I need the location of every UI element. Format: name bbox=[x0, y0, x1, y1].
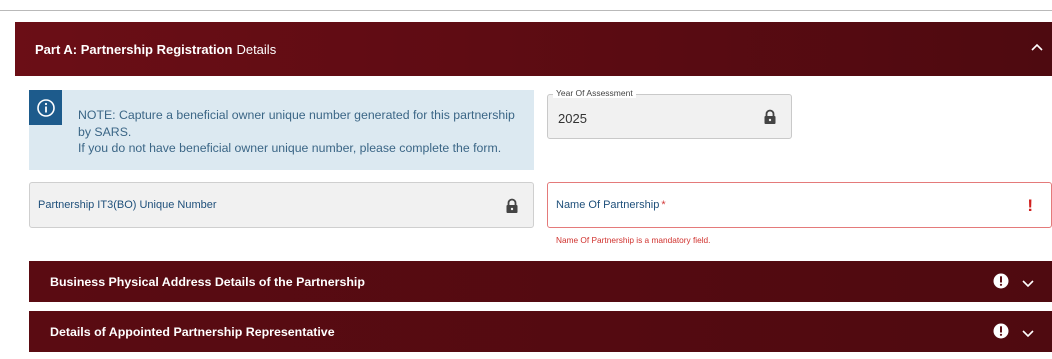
year-of-assessment-value: 2025 bbox=[558, 111, 587, 126]
form-panel: Part A: Partnership Registration Details… bbox=[0, 10, 1052, 359]
info-icon bbox=[29, 90, 62, 125]
name-of-partnership-label: Name Of Partnership * bbox=[556, 199, 666, 211]
partnership-representative-section-title: Details of Appointed Partnership Represe… bbox=[50, 324, 335, 339]
part-a-title-suffix: Details bbox=[236, 41, 277, 57]
partnership-it3-field: Partnership IT3(BO) Unique Number bbox=[29, 182, 534, 228]
chevron-down-icon[interactable] bbox=[1022, 327, 1034, 338]
note-line-1: NOTE: Capture a beneficial owner unique … bbox=[78, 108, 515, 139]
error-icon: ! bbox=[1027, 196, 1033, 215]
note-line-2: If you do not have beneficial owner uniq… bbox=[78, 141, 502, 155]
chevron-up-icon[interactable] bbox=[1028, 38, 1046, 56]
name-of-partnership-input[interactable]: Name Of Partnership * ! bbox=[547, 182, 1052, 228]
part-a-title: Part A: Partnership Registration bbox=[35, 41, 233, 57]
partnership-representative-section-header[interactable]: Details of Appointed Partnership Represe… bbox=[29, 311, 1052, 352]
exclamation-circle-icon bbox=[993, 273, 1009, 289]
required-asterisk: * bbox=[661, 199, 666, 211]
info-note-text: NOTE: Capture a beneficial owner unique … bbox=[78, 107, 528, 157]
business-address-section-header[interactable]: Business Physical Address Details of the… bbox=[29, 261, 1052, 302]
year-of-assessment-field: Year Of Assessment 2025 bbox=[547, 88, 792, 139]
lock-icon bbox=[763, 109, 777, 125]
business-address-section-title: Business Physical Address Details of the… bbox=[50, 274, 365, 289]
exclamation-circle-icon bbox=[993, 323, 1009, 339]
chevron-down-icon[interactable] bbox=[1022, 277, 1034, 288]
year-of-assessment-label: Year Of Assessment bbox=[553, 88, 636, 98]
part-a-header[interactable]: Part A: Partnership Registration Details bbox=[15, 22, 1052, 76]
partnership-it3-label: Partnership IT3(BO) Unique Number bbox=[38, 199, 217, 211]
lock-icon bbox=[505, 198, 519, 214]
name-of-partnership-error: Name Of Partnership is a mandatory field… bbox=[556, 235, 711, 245]
info-note: NOTE: Capture a beneficial owner unique … bbox=[29, 90, 534, 170]
